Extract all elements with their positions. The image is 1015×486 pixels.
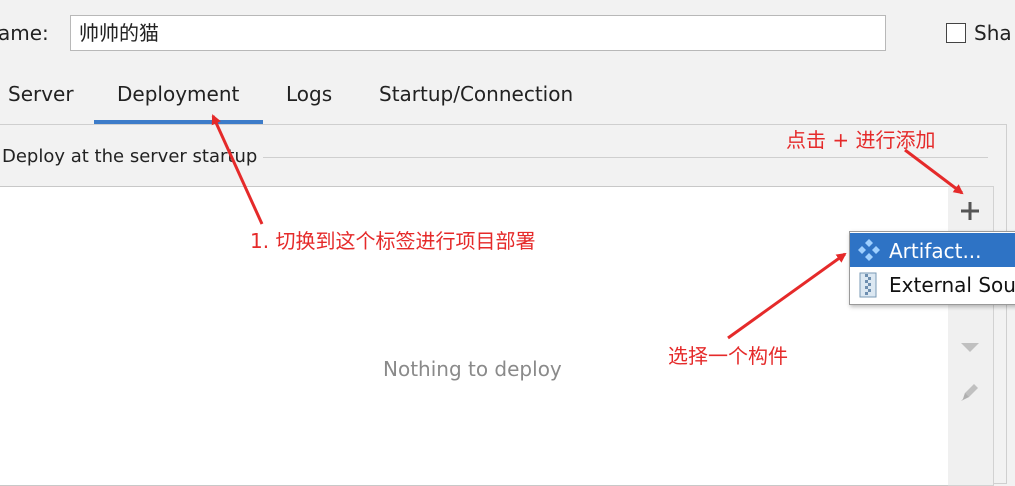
arrow-to-deployment-tab <box>211 114 264 225</box>
arrow-to-plus-button <box>904 148 964 195</box>
arrow-to-artifact-item <box>727 252 847 340</box>
annotation-arrows <box>211 114 964 340</box>
